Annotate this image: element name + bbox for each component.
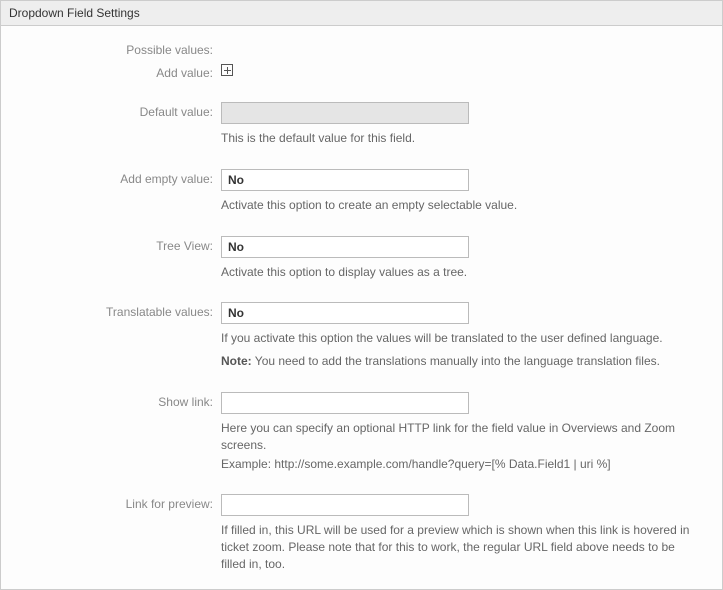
tree-view-select[interactable]: No xyxy=(221,236,469,258)
label-tree-view: Tree View: xyxy=(11,236,221,253)
default-value-input[interactable] xyxy=(221,102,469,124)
translatable-values-selected: No xyxy=(228,306,244,320)
note-label: Note: xyxy=(221,354,252,368)
help-link-for-preview: If filled in, this URL will be used for … xyxy=(221,522,701,572)
add-empty-value-select[interactable]: No xyxy=(221,169,469,191)
row-translatable-values: Translatable values: No If you activate … xyxy=(11,302,712,370)
dropdown-field-settings-panel: Dropdown Field Settings Possible values:… xyxy=(0,0,723,590)
row-possible-values: Possible values: xyxy=(11,40,712,57)
link-for-preview-input[interactable] xyxy=(221,494,469,516)
row-link-for-preview: Link for preview: If filled in, this URL… xyxy=(11,494,712,572)
translatable-values-select[interactable]: No xyxy=(221,302,469,324)
help-tree-view: Activate this option to display values a… xyxy=(221,264,701,281)
label-translatable-values: Translatable values: xyxy=(11,302,221,319)
help-translatable-values-1: If you activate this option the values w… xyxy=(221,330,701,347)
panel-title: Dropdown Field Settings xyxy=(1,1,722,26)
help-default-value: This is the default value for this field… xyxy=(221,130,701,147)
row-add-value: Add value: xyxy=(11,63,712,80)
row-add-empty-value: Add empty value: No Activate this option… xyxy=(11,169,712,214)
show-link-input[interactable] xyxy=(221,392,469,414)
note-text: You need to add the translations manuall… xyxy=(252,354,660,368)
panel-body: Possible values: Add value: Default valu… xyxy=(1,26,722,589)
label-possible-values: Possible values: xyxy=(11,40,221,57)
row-tree-view: Tree View: No Activate this option to di… xyxy=(11,236,712,281)
label-link-for-preview: Link for preview: xyxy=(11,494,221,511)
help-show-link-2: Example: http://some.example.com/handle?… xyxy=(221,456,701,473)
tree-view-selected: No xyxy=(228,240,244,254)
row-default-value: Default value: This is the default value… xyxy=(11,102,712,147)
label-default-value: Default value: xyxy=(11,102,221,119)
row-show-link: Show link: Here you can specify an optio… xyxy=(11,392,712,472)
add-value-icon[interactable] xyxy=(221,64,233,76)
add-empty-value-selected: No xyxy=(228,173,244,187)
label-show-link: Show link: xyxy=(11,392,221,409)
help-translatable-values-2: Note: You need to add the translations m… xyxy=(221,353,701,370)
help-add-empty-value: Activate this option to create an empty … xyxy=(221,197,701,214)
label-add-value: Add value: xyxy=(11,63,221,80)
label-add-empty-value: Add empty value: xyxy=(11,169,221,186)
help-show-link-1: Here you can specify an optional HTTP li… xyxy=(221,420,701,454)
